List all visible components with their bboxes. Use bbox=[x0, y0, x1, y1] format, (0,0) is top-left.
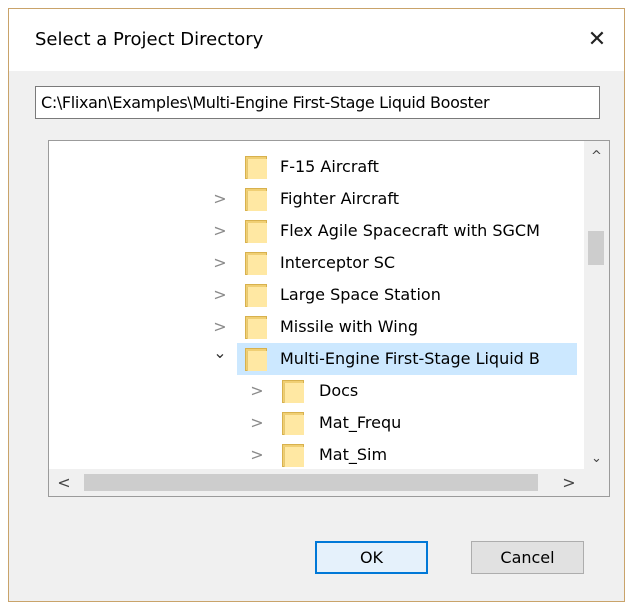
tree-item-label: Fighter Aircraft bbox=[280, 189, 399, 208]
folder-icon bbox=[245, 188, 267, 211]
tree-item-label: Mat_Frequ bbox=[319, 413, 402, 432]
tree-item[interactable]: > Missile with Wing bbox=[49, 311, 577, 343]
collapse-chevron-icon[interactable]: ⌄ bbox=[212, 343, 228, 363]
tree-item[interactable]: > Flex Agile Spacecraft with SGCM bbox=[49, 215, 577, 247]
tree-item-label: F-15 Aircraft bbox=[280, 157, 379, 176]
tree-item-label: Missile with Wing bbox=[280, 317, 418, 336]
expand-chevron-icon[interactable]: > bbox=[249, 445, 265, 465]
folder-icon bbox=[245, 156, 267, 179]
tree-item-label: Mat_Sim bbox=[319, 445, 388, 464]
folder-icon bbox=[282, 380, 304, 403]
close-icon[interactable]: ✕ bbox=[580, 22, 614, 56]
expand-chevron-icon[interactable]: > bbox=[249, 381, 265, 401]
tree-item[interactable]: > Interceptor SC bbox=[49, 247, 577, 279]
tree-item[interactable]: F-15 Aircraft bbox=[49, 151, 577, 183]
expand-chevron-icon[interactable]: > bbox=[212, 317, 228, 337]
cancel-button[interactable]: Cancel bbox=[471, 541, 584, 574]
folder-icon bbox=[245, 284, 267, 307]
scroll-up-icon[interactable]: ^ bbox=[584, 144, 609, 169]
expand-chevron-icon[interactable]: > bbox=[212, 285, 228, 305]
tree-item-label: Large Space Station bbox=[280, 285, 441, 304]
expand-chevron-icon[interactable]: > bbox=[212, 253, 228, 273]
vertical-scroll-thumb[interactable] bbox=[588, 231, 604, 265]
folder-icon bbox=[282, 412, 304, 435]
expand-chevron-icon[interactable]: > bbox=[212, 189, 228, 209]
expand-chevron-icon[interactable]: > bbox=[249, 413, 265, 433]
tree-item-label: Flex Agile Spacecraft with SGCM bbox=[280, 221, 540, 240]
folder-tree[interactable]: F-15 Aircraft > Fighter Aircraft > Flex Agil… bbox=[48, 140, 610, 497]
folder-icon bbox=[245, 220, 267, 243]
path-input[interactable]: C:\Flixan\Examples\Multi-Engine First-St… bbox=[35, 86, 600, 119]
tree-item[interactable]: > Mat_Sim bbox=[49, 439, 577, 471]
vertical-scrollbar[interactable]: ^ ⌄ bbox=[584, 141, 609, 471]
title-bar: Select a Project Directory ✕ bbox=[9, 9, 624, 71]
folder-icon bbox=[245, 316, 267, 339]
tree-item-label: Docs bbox=[319, 381, 359, 400]
tree-item[interactable]: > Docs bbox=[49, 375, 577, 407]
folder-icon bbox=[282, 444, 304, 467]
folder-icon bbox=[245, 252, 267, 275]
scroll-left-icon[interactable]: < bbox=[49, 469, 79, 496]
tree-item[interactable]: > Mat_Frequ bbox=[49, 407, 577, 439]
tree-item[interactable]: > Large Space Station bbox=[49, 279, 577, 311]
dialog-title: Select a Project Directory bbox=[35, 29, 264, 50]
select-directory-dialog: Select a Project Directory ✕ C:\Flixan\E… bbox=[8, 8, 625, 602]
horizontal-scrollbar[interactable]: < > bbox=[49, 469, 584, 496]
horizontal-scroll-thumb[interactable] bbox=[84, 474, 538, 491]
scrollbar-corner bbox=[584, 469, 609, 496]
expand-chevron-icon[interactable]: > bbox=[212, 221, 228, 241]
folder-icon bbox=[245, 348, 267, 371]
scroll-right-icon[interactable]: > bbox=[554, 469, 584, 496]
tree-item[interactable]: > Fighter Aircraft bbox=[49, 183, 577, 215]
ok-button[interactable]: OK bbox=[315, 541, 428, 574]
tree-item-label: Interceptor SC bbox=[280, 253, 396, 272]
tree-item-label: Multi-Engine First-Stage Liquid B bbox=[280, 349, 540, 368]
tree-item[interactable]: ⌄ Multi-Engine First-Stage Liquid B bbox=[49, 343, 577, 375]
scroll-down-icon[interactable]: ⌄ bbox=[584, 446, 609, 471]
